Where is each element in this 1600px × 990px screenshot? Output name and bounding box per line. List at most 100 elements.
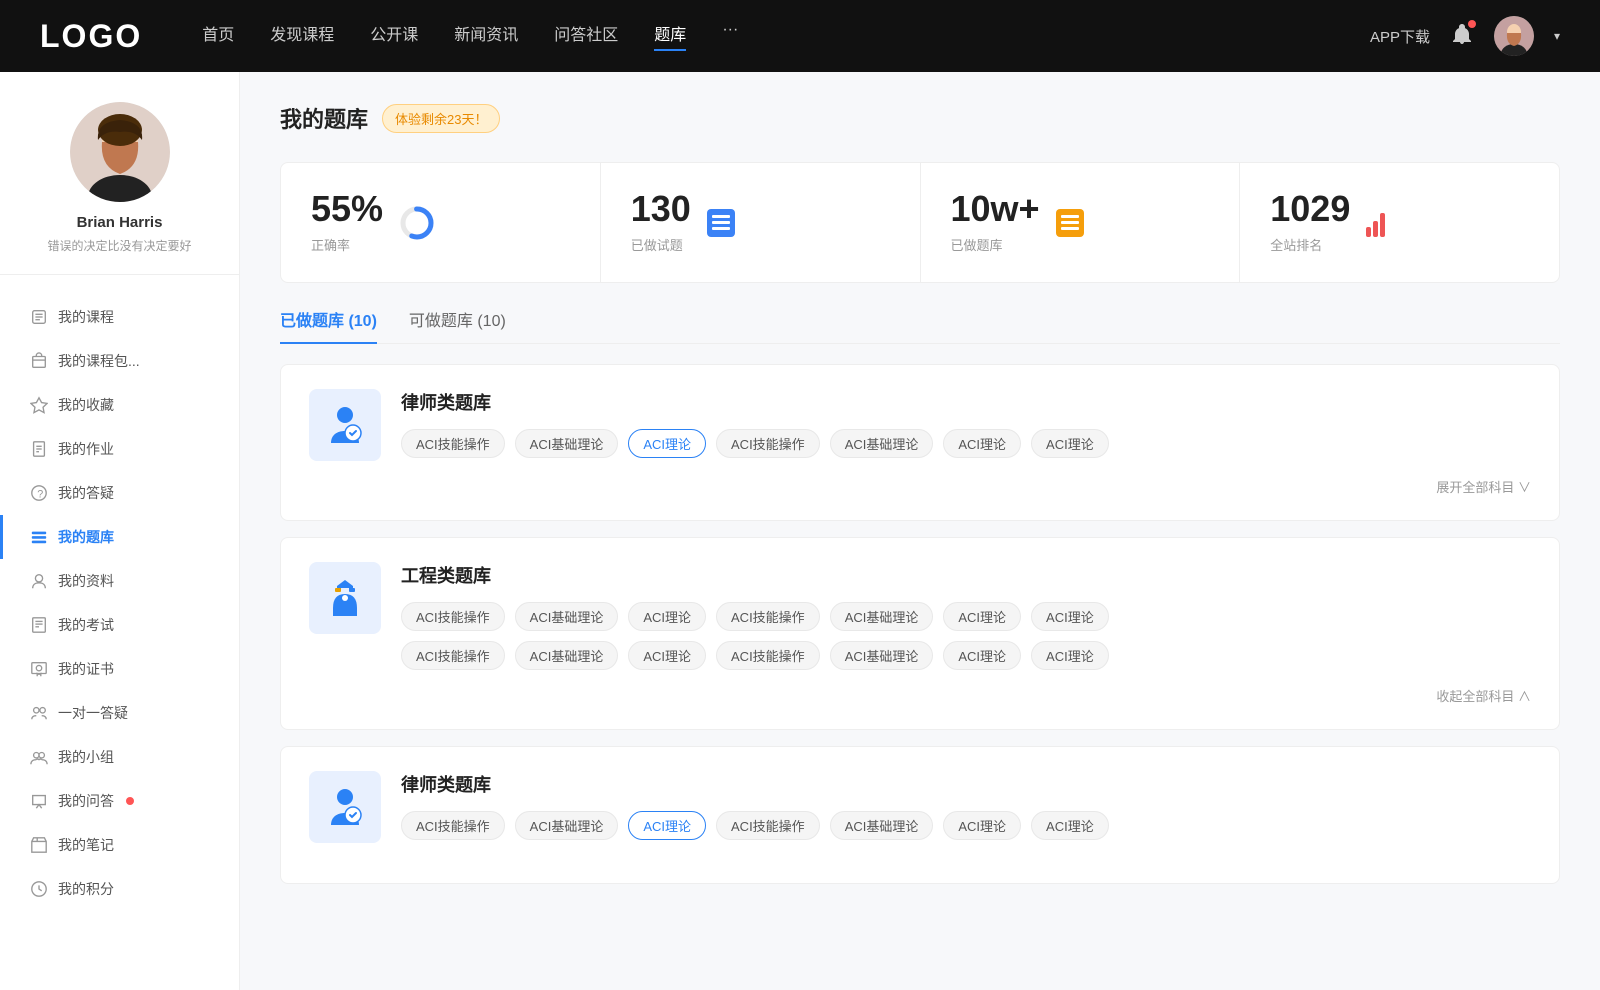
accuracy-value: 55%	[311, 191, 383, 227]
tag-4[interactable]: ACI基础理论	[830, 429, 934, 458]
nav-news[interactable]: 新闻资讯	[454, 21, 518, 51]
eng-tag2-6[interactable]: ACI理论	[1031, 641, 1109, 670]
qbank-icon	[30, 528, 48, 546]
profile-avatar-image	[70, 102, 170, 202]
eng-tag2-3[interactable]: ACI技能操作	[716, 641, 820, 670]
profile-avatar	[70, 102, 170, 202]
eng-tag2-1[interactable]: ACI基础理论	[515, 641, 619, 670]
qa-icon	[30, 792, 48, 810]
logo[interactable]: LOGO	[40, 18, 142, 55]
eng-tag-5[interactable]: ACI理论	[943, 602, 1021, 631]
eng-tag-4[interactable]: ACI基础理论	[830, 602, 934, 631]
tab-done-banks[interactable]: 已做题库 (10)	[280, 307, 377, 343]
nav-home[interactable]: 首页	[202, 21, 234, 51]
table-blue-icon	[707, 209, 735, 237]
l2-tag-3[interactable]: ACI技能操作	[716, 811, 820, 840]
qa-notification-dot	[126, 797, 134, 805]
l2-tag-1[interactable]: ACI基础理论	[515, 811, 619, 840]
cert-icon	[30, 660, 48, 678]
avatar-image	[1494, 16, 1534, 56]
eng-tag-3[interactable]: ACI技能操作	[716, 602, 820, 631]
l2-tag-4[interactable]: ACI基础理论	[830, 811, 934, 840]
eng-tag-2[interactable]: ACI理论	[628, 602, 706, 631]
nav-more[interactable]: ···	[722, 21, 738, 51]
sidebar-item-course-package[interactable]: 我的课程包...	[0, 339, 239, 383]
qbank-card-lawyer-1: 律师类题库 ACI技能操作 ACI基础理论 ACI理论 ACI技能操作 ACI基…	[280, 364, 1560, 521]
trial-badge: 体验剩余23天！	[382, 104, 500, 133]
sidebar-item-my-group[interactable]: 我的小组	[0, 735, 239, 779]
one-on-one-icon	[30, 704, 48, 722]
lawyer-icon	[323, 403, 367, 447]
sidebar-item-profile[interactable]: 我的资料	[0, 559, 239, 603]
qbank-name-lawyer-2: 律师类题库	[401, 771, 1531, 797]
sidebar-item-my-courses[interactable]: 我的课程	[0, 295, 239, 339]
sidebar-item-qbank[interactable]: 我的题库	[0, 515, 239, 559]
qbank-tags-lawyer-2: ACI技能操作 ACI基础理论 ACI理论 ACI技能操作 ACI基础理论 AC…	[401, 811, 1531, 840]
eng-tag-0[interactable]: ACI技能操作	[401, 602, 505, 631]
l2-tag-5[interactable]: ACI理论	[943, 811, 1021, 840]
tag-5[interactable]: ACI理论	[943, 429, 1021, 458]
tag-6[interactable]: ACI理论	[1031, 429, 1109, 458]
collapse-engineer[interactable]: 收起全部科目 ∧	[309, 686, 1531, 705]
eng-tag2-0[interactable]: ACI技能操作	[401, 641, 505, 670]
qbank-tags-lawyer-1: ACI技能操作 ACI基础理论 ACI理论 ACI技能操作 ACI基础理论 AC…	[401, 429, 1531, 458]
engineer-icon	[323, 576, 367, 620]
user-motto: 错误的决定比没有决定要好	[20, 237, 219, 254]
sidebar-item-one-on-one[interactable]: 一对一答疑	[0, 691, 239, 735]
accuracy-label: 正确率	[311, 235, 383, 254]
sidebar-item-homework[interactable]: 我的作业	[0, 427, 239, 471]
l2-tag-2-active[interactable]: ACI理论	[628, 811, 706, 840]
eng-tag2-5[interactable]: ACI理论	[943, 641, 1021, 670]
qbank-icon-engineer	[309, 562, 381, 634]
course-icon	[30, 308, 48, 326]
qbank-card-lawyer-2: 律师类题库 ACI技能操作 ACI基础理论 ACI理论 ACI技能操作 ACI基…	[280, 746, 1560, 884]
user-avatar[interactable]	[1494, 16, 1534, 56]
main-layout: Brian Harris 错误的决定比没有决定要好 我的课程 我的课程包... …	[0, 72, 1600, 990]
sidebar-item-my-questions[interactable]: ? 我的答疑	[0, 471, 239, 515]
sidebar-item-favorites[interactable]: 我的收藏	[0, 383, 239, 427]
eng-tag2-4[interactable]: ACI基础理论	[830, 641, 934, 670]
notification-bell[interactable]	[1450, 22, 1474, 51]
sidebar-item-certificate[interactable]: 我的证书	[0, 647, 239, 691]
done-banks-label: 已做题库	[951, 235, 1040, 254]
stat-done-questions: 130 已做试题	[601, 163, 921, 282]
stat-done-banks: 10w+ 已做题库	[921, 163, 1241, 282]
nav-qa[interactable]: 问答社区	[554, 21, 618, 51]
navbar: LOGO 首页 发现课程 公开课 新闻资讯 问答社区 题库 ··· APP下载 …	[0, 0, 1600, 72]
points-icon	[30, 880, 48, 898]
tag-3[interactable]: ACI技能操作	[716, 429, 820, 458]
sidebar-item-exam[interactable]: 我的考试	[0, 603, 239, 647]
page-title: 我的题库	[280, 102, 368, 134]
l2-tag-0[interactable]: ACI技能操作	[401, 811, 505, 840]
qbank-tags-engineer-row2: ACI技能操作 ACI基础理论 ACI理论 ACI技能操作 ACI基础理论 AC…	[401, 641, 1531, 670]
stat-rank: 1029 全站排名	[1240, 163, 1559, 282]
nav-open-course[interactable]: 公开课	[370, 21, 418, 51]
expand-lawyer-1[interactable]: 展开全部科目 ∨	[309, 477, 1531, 496]
tab-available-banks[interactable]: 可做题库 (10)	[409, 307, 506, 343]
sidebar-item-notes[interactable]: 我的笔记	[0, 823, 239, 867]
app-download-button[interactable]: APP下载	[1370, 26, 1430, 47]
user-menu-caret[interactable]: ▾	[1554, 29, 1560, 43]
sidebar-item-points[interactable]: 我的积分	[0, 867, 239, 911]
lawyer-icon-2	[323, 785, 367, 829]
profile-icon	[30, 572, 48, 590]
svg-text:?: ?	[37, 489, 43, 501]
tag-1[interactable]: ACI基础理论	[515, 429, 619, 458]
nav-right: APP下载 ▾	[1370, 16, 1560, 56]
tag-2-active[interactable]: ACI理论	[628, 429, 706, 458]
l2-tag-6[interactable]: ACI理论	[1031, 811, 1109, 840]
notification-dot	[1468, 20, 1476, 28]
done-questions-value: 130	[631, 191, 691, 227]
tag-0[interactable]: ACI技能操作	[401, 429, 505, 458]
nav-courses[interactable]: 发现课程	[270, 21, 334, 51]
nav-qbank[interactable]: 题库	[654, 21, 686, 51]
sidebar-item-my-qa[interactable]: 我的问答	[0, 779, 239, 823]
done-questions-label: 已做试题	[631, 235, 691, 254]
eng-tag2-2[interactable]: ACI理论	[628, 641, 706, 670]
eng-tag-1[interactable]: ACI基础理论	[515, 602, 619, 631]
sidebar-menu: 我的课程 我的课程包... 我的收藏 我的作业 ? 我的答疑 我的题库	[0, 285, 239, 921]
qbank-card-engineer: 工程类题库 ACI技能操作 ACI基础理论 ACI理论 ACI技能操作 ACI基…	[280, 537, 1560, 730]
eng-tag-6[interactable]: ACI理论	[1031, 602, 1109, 631]
package-icon	[30, 352, 48, 370]
rank-label: 全站排名	[1270, 235, 1350, 254]
